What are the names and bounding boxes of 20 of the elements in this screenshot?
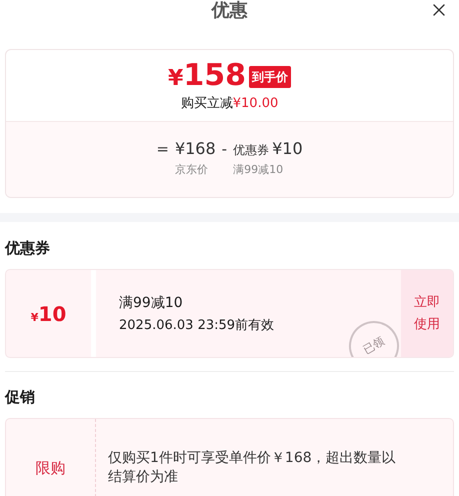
base-price: ¥168 bbox=[174, 139, 216, 159]
coupon-title: 满99减10 bbox=[119, 294, 184, 312]
use-now-button[interactable]: 立即使用 bbox=[401, 270, 453, 357]
minus-sign: - bbox=[222, 139, 228, 159]
coupon-validity: 2025.06.03 23:59前有效 bbox=[119, 316, 276, 334]
coupon-amount: ¥10 bbox=[30, 300, 66, 328]
saving-label: 购买立减 bbox=[180, 96, 233, 112]
equals-sign: = bbox=[156, 139, 169, 159]
section-heading: 促销 bbox=[5, 387, 36, 407]
dialog-title: 优惠 bbox=[212, 0, 248, 22]
coupon-condition: 满99减10 bbox=[233, 162, 284, 178]
promotion-description: 仅购买1件时可享受单件价￥168，超出数量以结算价为准 bbox=[108, 449, 397, 487]
base-price-label: 京东价 bbox=[174, 162, 208, 178]
section-heading: 优惠券 bbox=[5, 238, 51, 258]
coupon-value: ¥10 bbox=[272, 139, 303, 159]
coupon-label: 优惠券 bbox=[233, 142, 270, 159]
price-badge: 到手价 bbox=[248, 66, 291, 88]
saving-amount: ¥10.00 bbox=[232, 96, 278, 112]
final-price: ¥158 bbox=[168, 60, 246, 94]
promotion-tag: 限购 bbox=[36, 456, 66, 480]
